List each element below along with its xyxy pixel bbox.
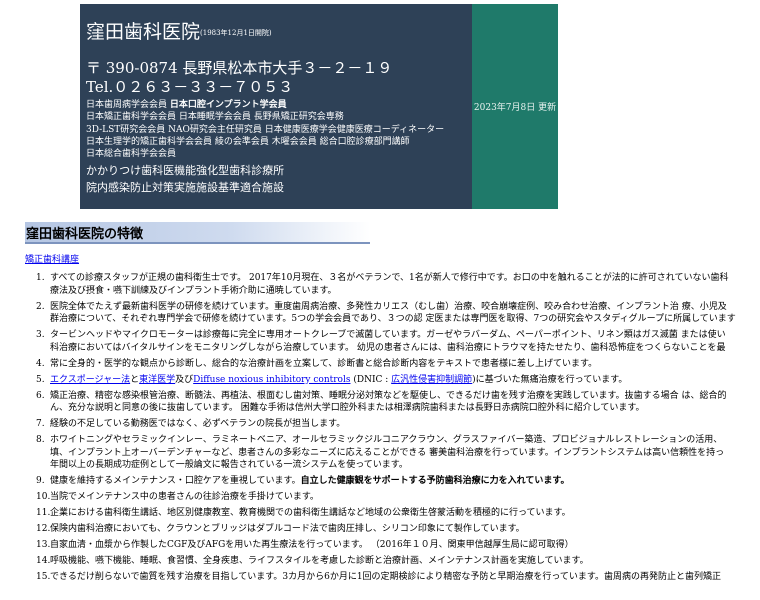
- feature-item: 5. エクスポージャー法と東洋医学及びDiffuse noxious inhibi…: [36, 374, 756, 387]
- feature-item: 2. 医院全体でたえず最新歯科医学の研修を続けています。重度歯周病治療、多発性カリ…: [36, 301, 756, 326]
- feature-number: 12.: [36, 524, 51, 534]
- membership-text: 日本歯周病学会会員: [86, 100, 170, 110]
- feature-text-line: 療法及び摂食・嚥下訓練及びインプラント手術介助に通暁しています。: [50, 285, 337, 296]
- feature-item: 14. 呼吸機能、嚥下機能、睡眠、食習慣、全身疾患、ライフスタイルを考慮した診断と…: [36, 555, 756, 568]
- feature-item: 10. 当院でメインテナンス中の患者さんの往診治療を手掛けています。: [36, 491, 756, 504]
- feature-text-line: 企業における歯科衛生講話、地区別健康教室、教育機関での歯科衛生講話など地域の公衆…: [50, 508, 571, 518]
- feature-text-segment: 健康を維持するメインテナンス・口腔ケアを重視しています。: [50, 476, 301, 486]
- feature-number: 6.: [36, 390, 45, 401]
- feature-text-line: すべての診療スタッフが正規の歯科衛生士です。 2017年10月現在、３名がベテラ…: [50, 273, 729, 283]
- feature-text-line: 矯正治療、精密な感染根管治療、断髄法、再植法、根面むし歯対策、睡眠分泌対策などを…: [50, 390, 727, 401]
- clinic-designation-1: かかりつけ歯科医機能強化型歯科診療所: [86, 164, 285, 178]
- feature-number: 9.: [36, 476, 45, 486]
- membership-text: 日本矯正歯科学会会員 日本睡眠学会会員 長野県矯正研究会専務: [86, 112, 344, 123]
- feature-item: 3. タービンヘッドやマイクロモーターは診療毎に完全に専用オートクレーブで滅菌して…: [36, 329, 756, 354]
- membership-row: 3D-LST研究会会員 NAO研究会主任研究員 日本健康医療学会健康医療コーディ…: [86, 124, 471, 136]
- membership-text: 日本生理学的矯正歯科学会会員 綾の会準会員 木曜会会員 総合口腔診療部門講師: [86, 136, 410, 147]
- clinic-info: 窪田歯科医院(1983年12月1日開院) 〒 390-0874 長野県松本市大手…: [86, 8, 471, 196]
- feature-text-line: 当院でメインテナンス中の患者さんの往診治療を手掛けています。: [50, 492, 319, 502]
- update-panel: 2023年7月8日 更新: [472, 4, 558, 209]
- feature-text-segment: )に基づいた無痛治療を行っています。: [472, 374, 628, 385]
- feature-text-line: 年間以上の長期成功症例として一般論文に報告されている一流システムを使っています。: [50, 460, 408, 470]
- orthodontics-lecture-link[interactable]: 矯正歯科講座: [25, 252, 79, 265]
- feature-link[interactable]: エクスポージャー法: [50, 375, 130, 385]
- feature-item: 1. すべての診療スタッフが正規の歯科衛生士です。 2017年10月現在、３名がベ…: [36, 272, 756, 297]
- feature-item: 6. 矯正治療、精密な感染根管治療、断髄法、再植法、根面むし歯対策、睡眠分泌対策な…: [36, 390, 756, 415]
- clinic-header: 窪田歯科医院(1983年12月1日開院) 〒 390-0874 長野県松本市大手…: [80, 4, 558, 209]
- feature-text-line: タービンヘッドやマイクロモーターは診療毎に完全に専用オートクレーブで滅菌していま…: [50, 330, 726, 340]
- feature-text-line: 填、インプラント上オーバーデンチャーなど、患者さんの多彩なニーズに応えることがで…: [50, 447, 725, 458]
- clinic-name-text: 窪田歯科医院: [86, 21, 201, 43]
- membership-text: 日本総合歯科学会会員: [86, 149, 177, 160]
- feature-text-segment: 及び: [175, 374, 194, 385]
- feature-text-segment: 自立した健康観をサポートする予防歯科治療に力を入れています。: [300, 476, 570, 486]
- membership-text: 3D-LST研究会会員 NAO研究会主任研究員 日本健康医療学会健康医療コーディ…: [86, 124, 445, 135]
- clinic-designation-2: 院内感染防止対策実施施設基準適合施設: [86, 181, 284, 195]
- feature-number: 10.: [36, 492, 51, 502]
- feature-link[interactable]: 広汎性侵害抑制調節: [391, 375, 472, 385]
- clinic-address: 〒 390-0874 長野県松本市大手３－２－１９: [86, 59, 393, 77]
- feature-item: 11. 企業における歯科衛生講話、地区別健康教室、教育機関での歯科衛生講話など地域…: [36, 507, 756, 520]
- feature-text-line: 群治療について、それぞれ専門学会で研修を続けています。5つの学会会員であり、３つ…: [50, 314, 736, 324]
- feature-link[interactable]: Diffuse noxious inhibitory controls: [193, 375, 350, 385]
- membership-text: 日本口腔インプラント学会員: [169, 100, 287, 110]
- clinic-name: 窪田歯科医院(1983年12月1日開院): [86, 20, 471, 45]
- feature-number: 1.: [36, 273, 45, 283]
- last-updated: 2023年7月8日 更新: [473, 103, 557, 113]
- feature-text-line: 常に全身的・医学的な観点から診断し、総合的な治療計画を立案して、診断書と総合診断…: [50, 358, 598, 369]
- feature-text: エクスポージャー法と東洋医学及びDiffuse noxious inhibito…: [50, 374, 756, 387]
- clinic-tel: Tel.０２６３－３３－７０５３: [86, 78, 294, 96]
- section-title: 窪田歯科医院の特徴: [26, 227, 144, 242]
- established-date: (1983年12月1日開院): [200, 29, 272, 37]
- feature-number: 7.: [36, 419, 45, 429]
- membership-row: 日本総合歯科学会会員: [86, 148, 471, 160]
- feature-text: 健康を維持するメインテナンス・口腔ケアを重視しています。自立した健康観をサポート…: [50, 475, 756, 488]
- feature-item: 4. 常に全身的・医学的な観点から診断し、総合的な治療計画を立案して、診断書と総合…: [36, 358, 756, 371]
- feature-item: 12. 保険内歯科治療においても、クラウンとブリッジはダブルコード法で歯肉圧排し、…: [36, 523, 756, 536]
- feature-text-line: できるだけ削らないで歯質を残す治療を目指しています。3カ月から6か月に1回の定期…: [50, 572, 722, 582]
- feature-item: 15. できるだけ削らないで歯質を残す治療を目指しています。3カ月から6か月に1回…: [36, 571, 756, 584]
- feature-text-line: ん、充分な説明と同意の後に抜歯しています。 困難な手術は信州大学口腔外科または相…: [50, 403, 645, 413]
- feature-text-line: 医院全体でたえず最新歯科医学の研修を続けています。重度歯周病治療、多発性カリエス…: [50, 301, 727, 312]
- feature-item: 9. 健康を維持するメインテナンス・口腔ケアを重視しています。自立した健康観をサポ…: [36, 475, 756, 488]
- feature-text-line: 保険内歯科治療においても、クラウンとブリッジはダブルコード法で歯肉圧排し、シリコ…: [50, 524, 525, 534]
- membership-row: 日本歯周病学会会員 日本口腔インプラント学会員: [86, 99, 471, 111]
- feature-text-line: 呼吸機能、嚥下機能、睡眠、食習慣、全身疾患、ライフスタイルを考慮した診断と治療計…: [50, 556, 589, 566]
- feature-text-segment: と: [130, 374, 140, 385]
- feature-number: 3.: [36, 330, 45, 340]
- section-title-bar: 窪田歯科医院の特徴: [25, 222, 370, 244]
- feature-number: 4.: [36, 358, 45, 369]
- feature-number: 13.: [36, 540, 51, 550]
- feature-item: 13. 自家血清・血漿から作製したCGF及びAFGを用いた再生療法を行っています。…: [36, 539, 756, 552]
- membership-row: 日本矯正歯科学会会員 日本睡眠学会会員 長野県矯正研究会専務: [86, 111, 471, 123]
- feature-link[interactable]: 東洋医学: [139, 375, 175, 385]
- feature-number: 11.: [36, 508, 51, 518]
- feature-item: 8. ホワイトニングやセラミックインレー、ラミネートベニア、オールセラミックジルコ…: [36, 434, 756, 472]
- feature-number: 5.: [36, 374, 45, 385]
- feature-text-line: 経験の不足している勤務医ではなく、必ずベテランの院長が担当します。: [50, 419, 346, 429]
- feature-number: 15.: [36, 572, 51, 582]
- feature-text-line: 自家血清・血漿から作製したCGF及びAFGを用いた再生療法を行っています。 （2…: [50, 540, 574, 550]
- feature-number: 2.: [36, 301, 45, 312]
- membership-row: 日本生理学的矯正歯科学会会員 綾の会準会員 木曜会会員 総合口腔診療部門講師: [86, 136, 471, 148]
- feature-item: 7. 経験の不足している勤務医ではなく、必ずベテランの院長が担当します。: [36, 418, 756, 431]
- feature-list: 1. すべての診療スタッフが正規の歯科衛生士です。 2017年10月現在、３名がベ…: [36, 272, 756, 587]
- feature-text-line: 科治療においてはバイタルサインをモニタリングしながら治療しています。 幼児の患者…: [50, 342, 726, 353]
- membership-list: 日本歯周病学会会員 日本口腔インプラント学会員 日本矯正歯科学会会員 日本睡眠学会…: [86, 99, 471, 160]
- feature-number: 14.: [36, 556, 51, 566]
- feature-text-segment: (DNIC :: [350, 374, 392, 385]
- feature-text-line: ホワイトニングやセラミックインレー、ラミネートベニア、オールセラミックジルコニア…: [50, 435, 723, 445]
- feature-number: 8.: [36, 435, 45, 445]
